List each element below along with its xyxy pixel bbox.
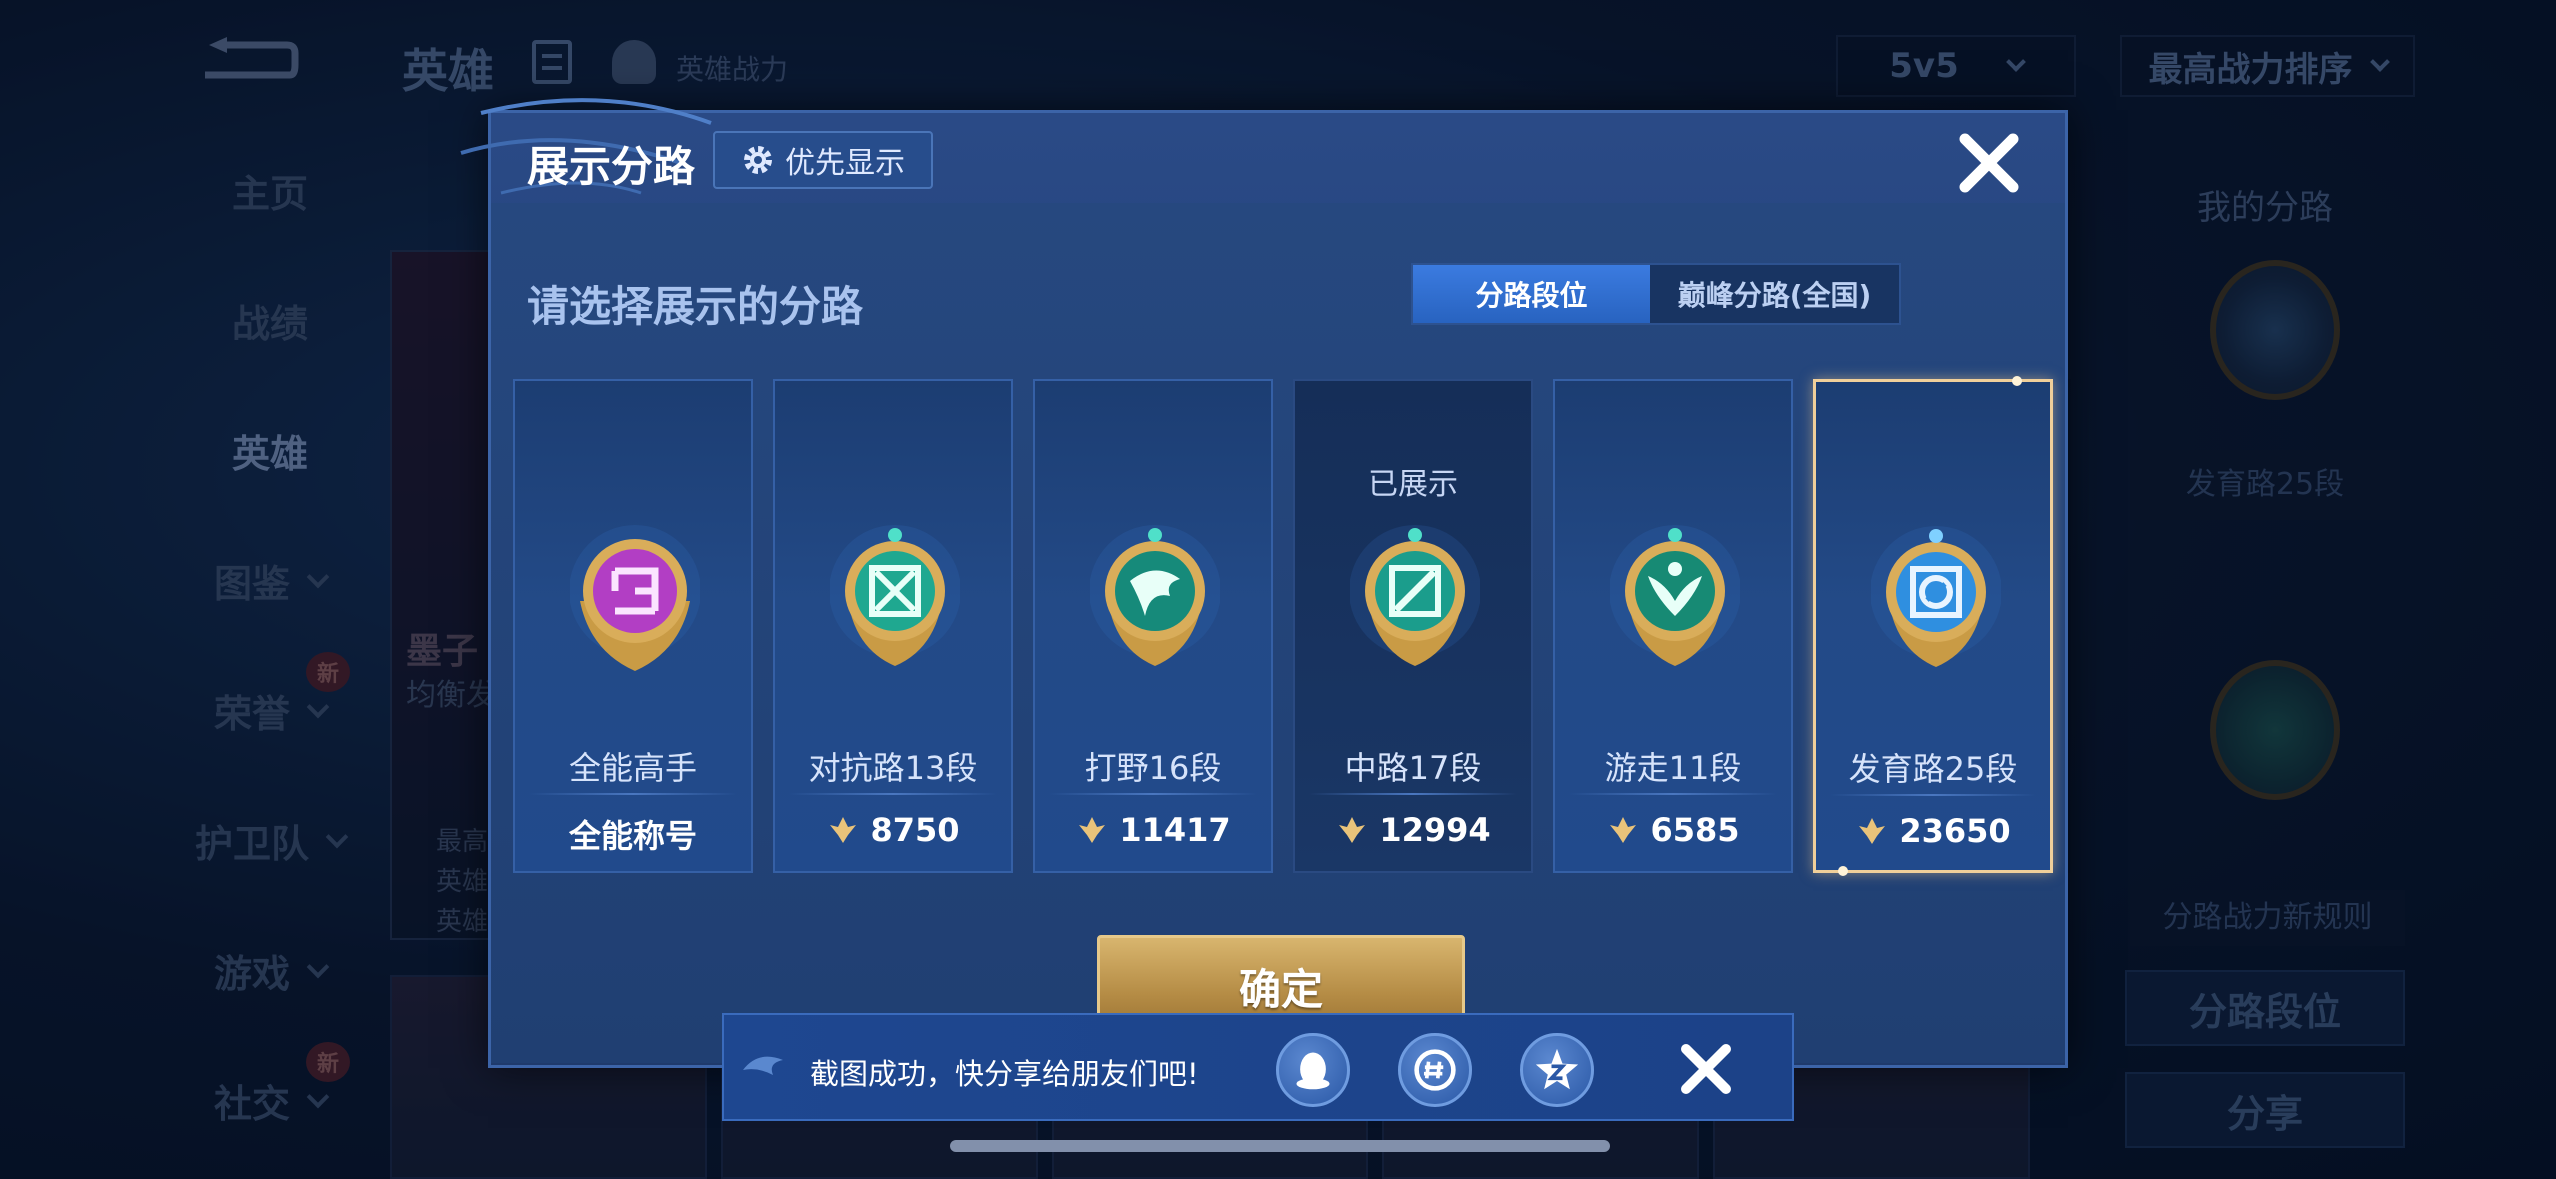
card-score: 6585 (1555, 811, 1791, 849)
farm-lane-badge-icon (1871, 526, 2001, 667)
card-status: 已展示 (1368, 467, 1458, 502)
screenshot-share-toast: 截图成功，快分享给朋友们吧! (722, 1013, 1794, 1121)
roam-badge-icon (1610, 525, 1740, 666)
qq-share-icon[interactable] (1276, 1033, 1350, 1107)
priority-display-label: 优先显示 (785, 146, 905, 181)
card-score: 全能称号 (515, 811, 751, 857)
card-score: 11417 (1035, 811, 1271, 849)
card-score: 12994 (1295, 811, 1531, 849)
card-lane-name: 发育路25段 (1848, 750, 2018, 788)
card-lane-name: 全能高手 (568, 749, 697, 787)
card-lane-name: 游走11段 (1604, 749, 1742, 787)
dialog-body: 请选择展示的分路 分路段位 巅峰分路(全国) 全能高手 全能称号 对抗路13段 … (491, 203, 2065, 1063)
select-prompt: 请选择展示的分路 (527, 282, 864, 331)
gear-icon (744, 146, 772, 174)
wechat-moments-share-icon[interactable] (1398, 1033, 1472, 1107)
card-divider (1049, 793, 1257, 795)
card-lane-name: 打野16段 (1084, 749, 1222, 787)
power-icon (1610, 817, 1637, 843)
power-icon (1079, 817, 1106, 843)
card-divider (1569, 793, 1777, 795)
card-divider (1309, 793, 1517, 795)
lane-card-clash[interactable]: 对抗路13段 8750 (773, 379, 1013, 873)
priority-display-button[interactable]: 优先显示 (713, 131, 933, 189)
lane-card-mid[interactable]: 已展示 中路17段 12994 (1293, 379, 1533, 873)
jungle-badge-icon (1090, 525, 1220, 666)
decorative-swirl-icon (743, 1056, 783, 1075)
power-icon (830, 817, 857, 843)
lane-card-allround[interactable]: 全能高手 全能称号 (513, 379, 753, 873)
show-lane-dialog: 展示分路 优先显示 请选择展示的分路 分路段位 巅峰分路(全国) 全能高手 全能… (460, 98, 2068, 1068)
power-icon (1339, 817, 1366, 843)
card-score-value: 12994 (1379, 811, 1491, 849)
card-score: 8750 (775, 811, 1011, 849)
card-score: 23650 (1816, 812, 2050, 850)
card-score-value: 23650 (1899, 812, 2011, 850)
close-icon[interactable] (1674, 1037, 1738, 1101)
lane-card-jungle[interactable]: 打野16段 11417 (1033, 379, 1273, 873)
lane-mode-toggle: 分路段位 巅峰分路(全国) (1411, 263, 1901, 325)
dialog-title: 展示分路 (527, 142, 696, 191)
lane-card-farm[interactable]: 发育路25段 23650 (1813, 376, 2053, 876)
clash-lane-badge-icon (830, 525, 960, 666)
card-divider (529, 793, 737, 795)
home-indicator[interactable] (950, 1140, 1610, 1152)
card-divider (1830, 794, 2036, 796)
card-lane-name: 对抗路13段 (808, 749, 978, 787)
allround-badge-icon (570, 525, 700, 671)
corner-dot (2012, 376, 2022, 386)
card-lane-name: 中路17段 (1344, 749, 1482, 787)
qzone-share-icon[interactable] (1520, 1033, 1594, 1107)
lane-card-roam[interactable]: 游走11段 6585 (1553, 379, 1793, 873)
close-icon[interactable] (1953, 127, 2025, 199)
card-score-value: 8750 (870, 811, 960, 849)
card-score-value: 11417 (1119, 811, 1231, 849)
power-icon (1859, 818, 1886, 844)
mid-lane-badge-icon (1350, 525, 1480, 666)
card-score-value: 6585 (1650, 811, 1740, 849)
lane-card-list: 全能高手 全能称号 对抗路13段 8750 打野16段 11417 已展示 中路… (513, 376, 2053, 876)
card-score-value: 全能称号 (568, 817, 697, 855)
toast-message: 截图成功，快分享给朋友们吧! (810, 1057, 1199, 1091)
tab-peak-lane[interactable]: 巅峰分路(全国) (1650, 265, 1899, 323)
corner-dot (1838, 866, 1848, 876)
card-divider (789, 793, 997, 795)
tab-lane-rank[interactable]: 分路段位 (1413, 265, 1651, 323)
